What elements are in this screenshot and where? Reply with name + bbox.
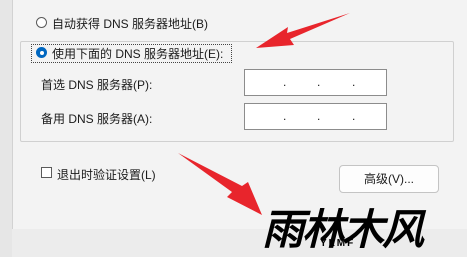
arrow-top-annotation (256, 13, 350, 48)
arrow-bottom-annotation (178, 153, 262, 215)
watermark-subtext: YLMF (320, 238, 356, 249)
